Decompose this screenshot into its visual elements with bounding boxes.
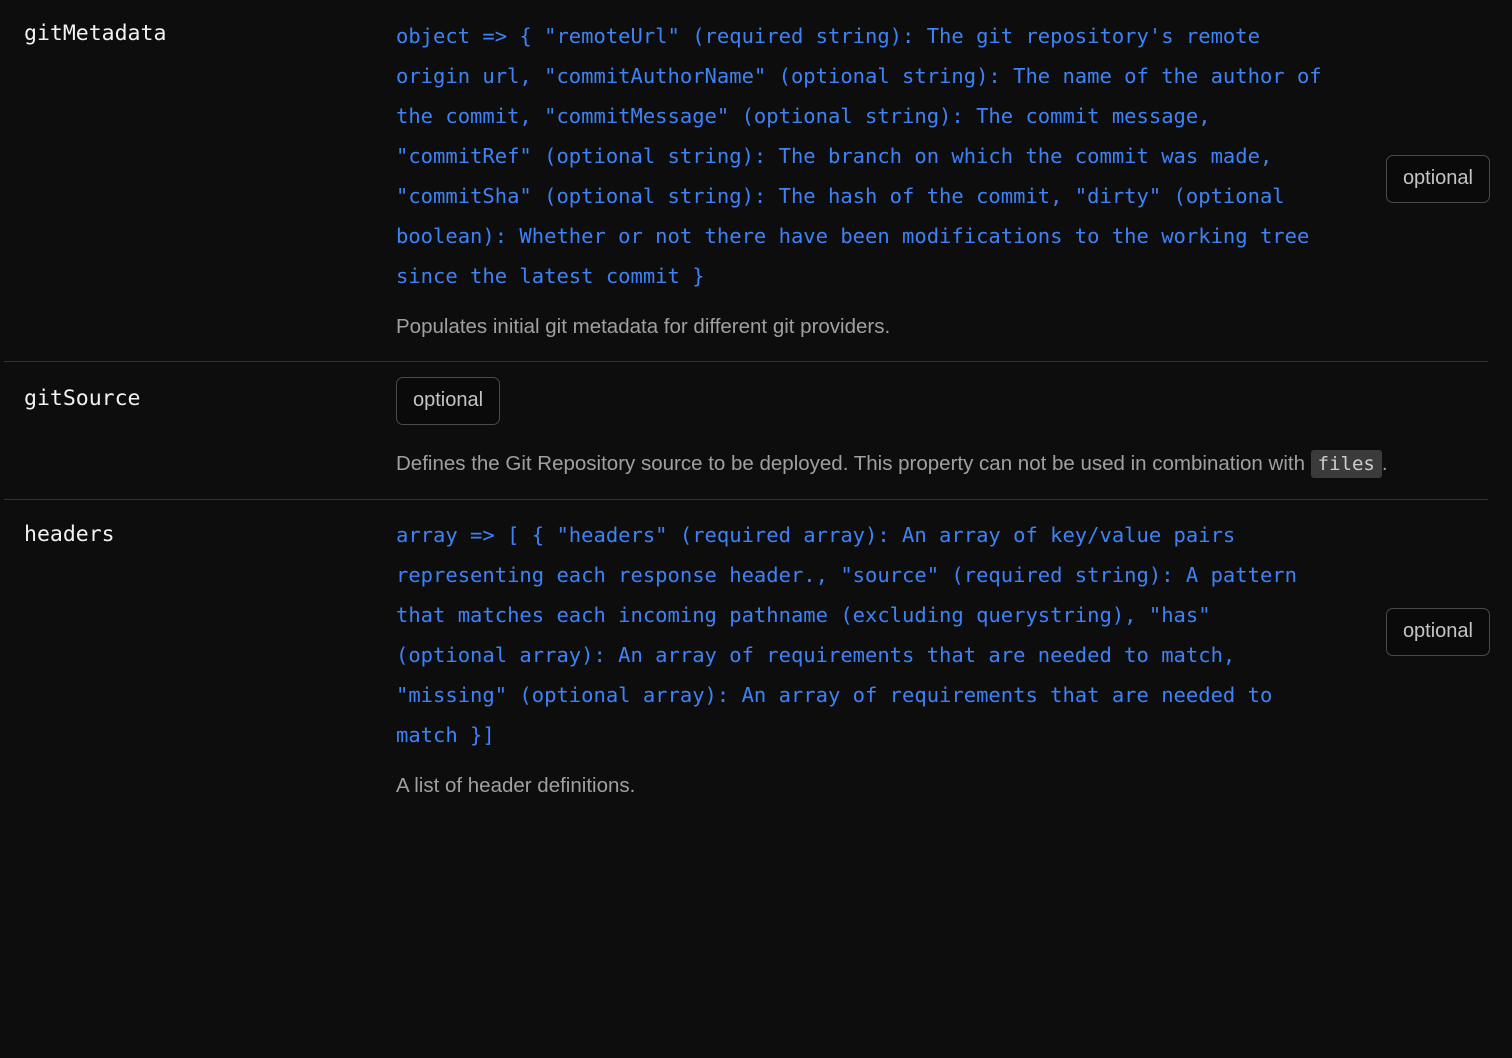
property-body-cell: array => [ { "headers" (required array):… — [396, 499, 1512, 820]
property-body-cell: optional Defines the Git Repository sour… — [396, 361, 1512, 499]
property-description-gitsource: Defines the Git Repository source to be … — [396, 447, 1481, 481]
property-name-cell: gitMetadata — [0, 0, 396, 50]
description-text-part-1: Defines the Git Repository source to be … — [396, 452, 1311, 475]
property-row-gitsource: gitSource optional Defines the Git Repos… — [0, 361, 1512, 499]
property-name-cell: headers — [0, 499, 396, 551]
inline-code-files: files — [1310, 450, 1382, 478]
status-badge-optional: optional — [396, 377, 501, 425]
property-description-gitmetadata: Populates initial git metadata for diffe… — [396, 315, 891, 338]
status-badge-optional: optional — [1385, 155, 1490, 203]
property-description-headers: A list of header definitions. — [396, 774, 636, 797]
badge-container: optional — [396, 377, 1492, 425]
property-name-gitmetadata: gitMetadata — [24, 21, 167, 46]
property-signature-gitmetadata: object => { "remoteUrl" (required string… — [396, 24, 1334, 288]
property-row-gitmetadata: gitMetadata object => { "remoteUrl" (req… — [0, 0, 1512, 361]
property-name-gitsource: gitSource — [24, 386, 141, 411]
property-name-cell: gitSource — [0, 361, 396, 415]
description-text-part-2: . — [1381, 452, 1388, 475]
property-signature-headers: array => [ { "headers" (required array):… — [396, 523, 1310, 747]
property-reference-table: gitMetadata object => { "remoteUrl" (req… — [0, 0, 1512, 820]
status-badge-optional: optional — [1385, 608, 1490, 656]
property-row-headers: headers array => [ { "headers" (required… — [0, 499, 1512, 820]
property-body-cell: object => { "remoteUrl" (required string… — [396, 0, 1512, 361]
property-name-headers: headers — [24, 522, 115, 547]
